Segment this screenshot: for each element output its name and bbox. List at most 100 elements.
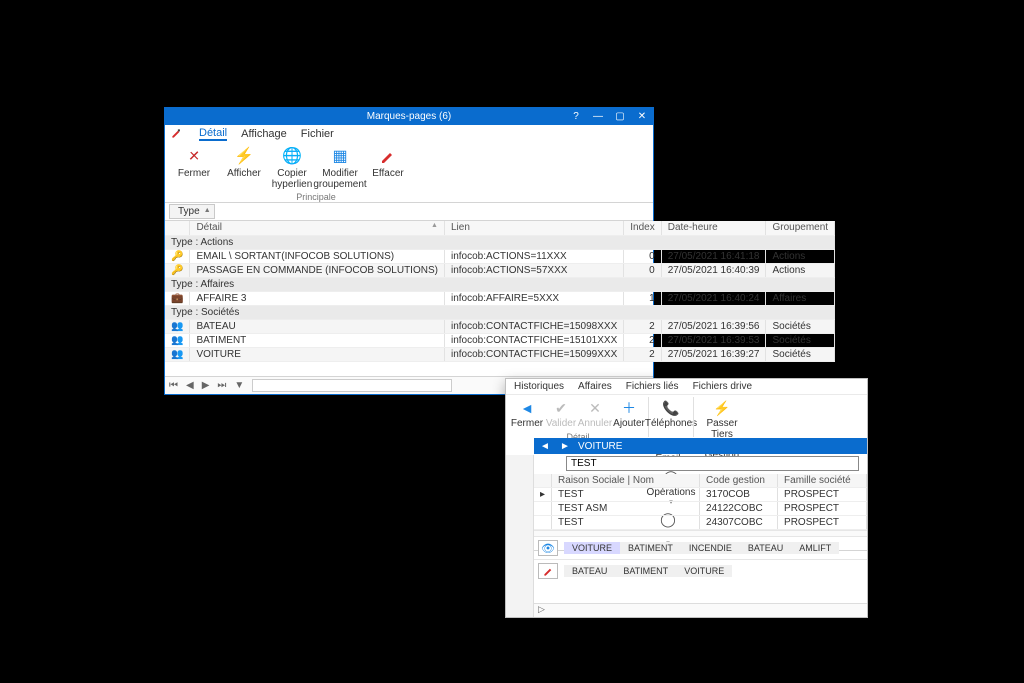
menu-detail[interactable]: Détail [199, 127, 227, 141]
group-row[interactable]: Type : Affaires [165, 277, 835, 291]
col-code[interactable]: Code gestion [700, 474, 778, 488]
tag-chip[interactable]: AMLIFT [791, 542, 839, 554]
tag-row-edit: BATEAUBATIMENTVOITURE [534, 559, 867, 582]
row-icon: 👥 [165, 347, 190, 361]
tag-chip[interactable]: VOITURE [676, 565, 732, 577]
menu-fichier[interactable]: Fichier [301, 128, 334, 140]
cell-dateheure: 27/05/2021 16:39:27 [661, 347, 766, 361]
col-sel[interactable] [534, 474, 552, 488]
grouping-chip-type[interactable]: Type [169, 204, 215, 219]
group-row[interactable]: Type : Sociétés [165, 305, 835, 319]
bookmarks-table: Détail Lien Index Date-heure Groupement … [165, 221, 835, 362]
afficher-button[interactable]: ⚡ Afficher [221, 145, 267, 192]
tag-chip[interactable]: BATEAU [740, 542, 791, 554]
minimize-icon[interactable]: — [587, 108, 609, 125]
ajouter-label: Ajouter [613, 419, 645, 430]
cell-famille: PROSPECT [778, 502, 867, 516]
close-icon[interactable]: ✕ [631, 108, 653, 125]
cell-detail: EMAIL \ SORTANT(INFOCOB SOLUTIONS) [190, 249, 445, 263]
tab-fichiers-drive[interactable]: Fichiers drive [693, 381, 752, 392]
help-icon[interactable]: ? [565, 108, 587, 125]
cell-dateheure: 27/05/2021 16:39:56 [661, 319, 766, 333]
nav-first-icon[interactable]: ⏮ [169, 380, 178, 391]
table-row[interactable]: 👥BATIMENTinfocob:CONTACTFICHE=15101XXX22… [165, 333, 835, 347]
table-row[interactable]: 💼AFFAIRE 3infocob:AFFAIRE=5XXX127/05/202… [165, 291, 835, 305]
cell-groupement: Affaires [766, 291, 835, 305]
col-lien[interactable]: Lien [444, 221, 623, 235]
tag-chip[interactable]: INCENDIE [681, 542, 740, 554]
window-titlebar[interactable]: Marques-pages (6) ? — ▢ ✕ [165, 108, 653, 125]
table-row[interactable]: TEST ASM24122COBCPROSPECT [534, 502, 867, 516]
table-row[interactable]: TEST24307COBCPROSPECT [534, 516, 867, 530]
effacer-label: Effacer [372, 169, 404, 180]
cell-code: 3170COB [700, 488, 778, 502]
nav-forward-icon[interactable]: ► [558, 441, 572, 452]
bookmarks-window: Marques-pages (6) ? — ▢ ✕ Détail Afficha… [164, 107, 654, 395]
status-bar: ▷ [534, 603, 867, 617]
breadcrumb: VOITURE [578, 441, 622, 452]
cell-index: 1 [624, 291, 661, 305]
plus-icon: ＋ [620, 399, 638, 417]
nav-last-icon[interactable]: ⏭ [217, 380, 226, 391]
tab-affaires[interactable]: Affaires [578, 381, 612, 392]
group-icon: ▦ [330, 147, 350, 167]
col-index[interactable]: Index [624, 221, 661, 235]
col-dateheure[interactable]: Date-heure [661, 221, 766, 235]
row-icon: 🔑 [165, 249, 190, 263]
bolt-icon: ⚡ [234, 147, 254, 167]
nav-breadcrumb: ◄ ► VOITURE [534, 438, 867, 454]
table-row[interactable]: 🔑EMAIL \ SORTANT(INFOCOB SOLUTIONS)infoc… [165, 249, 835, 263]
tab-historiques[interactable]: Historiques [514, 381, 564, 392]
col-detail[interactable]: Détail [190, 221, 445, 235]
search-input[interactable] [566, 456, 859, 471]
cell-groupement: Sociétés [766, 333, 835, 347]
globe-icon: 🌐 [282, 147, 302, 167]
cell-detail: AFFAIRE 3 [190, 291, 445, 305]
cell-raison: TEST [552, 488, 700, 502]
col-icon[interactable] [165, 221, 190, 235]
telephones-button[interactable]: 📞 Téléphones [651, 397, 691, 432]
menu-affichage[interactable]: Affichage [241, 128, 287, 140]
nav-filter-icon[interactable]: ▼ [234, 380, 244, 391]
cell-groupement: Actions [766, 263, 835, 277]
group-row[interactable]: Type : Actions [165, 235, 835, 249]
copier-hyperlien-button[interactable]: 🌐 Copier hyperlien [269, 145, 315, 192]
detail-tabstrip: Historiques Affaires Fichiers liés Fichi… [506, 379, 867, 395]
col-famille[interactable]: Famille société [778, 474, 867, 488]
table-row[interactable]: 👥BATEAUinfocob:CONTACTFICHE=15098XXX227/… [165, 319, 835, 333]
eye-icon[interactable]: 👁 [538, 540, 558, 556]
fermer-button[interactable]: 🞪 Fermer [171, 145, 217, 202]
window-menubar: Détail Affichage Fichier [165, 125, 653, 143]
tag-chip[interactable]: BATIMENT [615, 565, 676, 577]
effacer-button[interactable]: Effacer [365, 145, 411, 192]
pencil-icon[interactable] [538, 563, 558, 579]
close-red-icon: 🞪 [184, 147, 204, 167]
valider-label: Valider [546, 419, 576, 430]
cell-code: 24122COBC [700, 502, 778, 516]
col-raison[interactable]: Raison Sociale | Nom [552, 474, 700, 488]
ribbon-group-label: Principale [296, 192, 336, 202]
nav-prev-icon[interactable]: ◀ [186, 380, 194, 391]
cell-dateheure: 27/05/2021 16:40:24 [661, 291, 766, 305]
status-input[interactable] [252, 379, 452, 392]
cell-code: 24307COBC [700, 516, 778, 530]
fermer-button[interactable]: ◄ Fermer [510, 397, 544, 432]
telephones-label: Téléphones [645, 419, 697, 430]
table-row[interactable]: 👥VOITUREinfocob:CONTACTFICHE=15099XXX227… [165, 347, 835, 361]
tag-chip[interactable]: BATIMENT [620, 542, 681, 554]
row-icon: 👥 [165, 319, 190, 333]
tag-chip[interactable]: VOITURE [564, 542, 620, 554]
ribbon-toolbar: 🞪 Fermer ⚡ Afficher 🌐 Copier hyperlien ▦… [165, 143, 653, 203]
nav-back-icon[interactable]: ◄ [538, 441, 552, 452]
tab-fichiers-lies[interactable]: Fichiers liés [626, 381, 679, 392]
maximize-icon[interactable]: ▢ [609, 108, 631, 125]
phone-icon: 📞 [662, 399, 680, 417]
nav-next-icon[interactable]: ▶ [202, 380, 210, 391]
table-row[interactable]: ▸TEST3170COBPROSPECT [534, 488, 867, 502]
col-groupement[interactable]: Groupement [766, 221, 835, 235]
table-row[interactable]: 🔑PASSAGE EN COMMANDE (INFOCOB SOLUTIONS)… [165, 263, 835, 277]
cell-groupement: Sociétés [766, 319, 835, 333]
ajouter-button[interactable]: ＋ Ajouter [612, 397, 646, 432]
modifier-groupement-button[interactable]: ▦ Modifier groupement [317, 145, 363, 192]
tag-chip[interactable]: BATEAU [564, 565, 615, 577]
